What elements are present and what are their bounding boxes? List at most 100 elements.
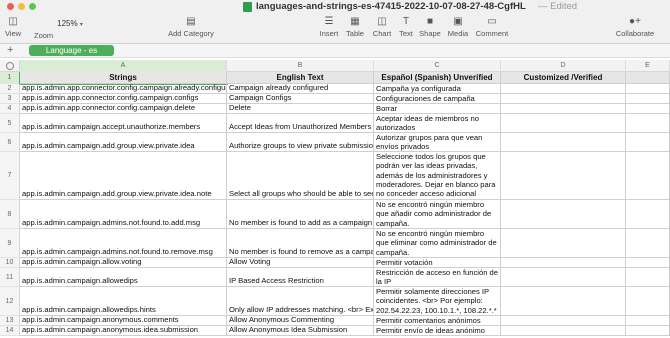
row-header[interactable]: 10 xyxy=(0,258,20,268)
chart-button[interactable]: ◫ Chart xyxy=(371,14,393,44)
table-cell-a[interactable]: app.is.admin.campaign.accept.unauthorize… xyxy=(20,114,227,133)
table-cell-b[interactable]: Authorize groups to view private submiss… xyxy=(227,133,374,152)
table-cell-e[interactable] xyxy=(626,268,670,287)
header-cell-d[interactable]: Customized /Verified xyxy=(501,72,626,84)
row-header[interactable]: 7 xyxy=(0,152,20,200)
table-cell-c[interactable]: No se encontró ningún miembro que elimin… xyxy=(374,229,501,258)
table-cell-b[interactable]: Only allow IP addresses matching. <br> E… xyxy=(227,287,374,316)
table-cell-b[interactable]: Delete xyxy=(227,104,374,114)
text-button[interactable]: T Text xyxy=(397,14,415,44)
row-header[interactable]: 4 xyxy=(0,104,20,114)
row-header[interactable]: 13 xyxy=(0,316,20,326)
table-cell-c[interactable]: Permitir solamente direcciones IP coinci… xyxy=(374,287,501,316)
row-header[interactable]: 2 xyxy=(0,84,20,94)
zoom-window-button[interactable] xyxy=(29,3,36,10)
row-header[interactable]: 3 xyxy=(0,94,20,104)
column-header-b[interactable]: B xyxy=(227,60,374,72)
table-cell-a[interactable]: app.is.admin.campaign.allow.voting xyxy=(20,258,227,268)
table-cell-b[interactable]: Accept Ideas from Unauthorized Members xyxy=(227,114,374,133)
table-cell-e[interactable] xyxy=(626,104,670,114)
table-cell-d[interactable] xyxy=(501,258,626,268)
table-cell-c[interactable]: Seleccione todos los grupos que podrán v… xyxy=(374,152,501,200)
table-cell-a[interactable]: app.is.admin.app.connector.config.campai… xyxy=(20,84,227,94)
table-cell-d[interactable] xyxy=(501,133,626,152)
header-cell-b[interactable]: English Text xyxy=(227,72,374,84)
table-cell-e[interactable] xyxy=(626,114,670,133)
table-cell-b[interactable]: Allow Voting xyxy=(227,258,374,268)
row-header-1[interactable]: 1 xyxy=(0,72,20,84)
table-cell-c[interactable]: Permitir votación xyxy=(374,258,501,268)
table-cell-c[interactable]: No se encontró ningún miembro que añadir… xyxy=(374,200,501,229)
row-header[interactable]: 8 xyxy=(0,200,20,229)
table-cell-e[interactable] xyxy=(626,200,670,229)
table-cell-b[interactable]: Select all groups who should be able to … xyxy=(227,152,374,200)
table-cell-c[interactable]: Restricción de acceso en función de la I… xyxy=(374,268,501,287)
table-cell-c[interactable]: Permitir envío de ideas anónimo xyxy=(374,326,501,336)
minimize-window-button[interactable] xyxy=(18,3,25,10)
table-cell-e[interactable] xyxy=(626,94,670,104)
table-cell-c[interactable]: Permitir comentarios anónimos xyxy=(374,316,501,326)
zoom-select[interactable]: 125% ▾ xyxy=(51,18,85,29)
table-cell-e[interactable] xyxy=(626,287,670,316)
table-cell-d[interactable] xyxy=(501,152,626,200)
table-cell-c[interactable]: Campaña ya configurada xyxy=(374,84,501,94)
table-cell-b[interactable]: No member is found to remove as a campai… xyxy=(227,229,374,258)
add-category-button[interactable]: ▤ Add Category xyxy=(166,14,216,44)
table-cell-a[interactable]: app.is.admin.campaign.add.group.view.pri… xyxy=(20,152,227,200)
table-cell-b[interactable]: Allow Anonymous Idea Submission xyxy=(227,326,374,336)
column-header-d[interactable]: D xyxy=(501,60,626,72)
column-header-a[interactable]: A xyxy=(20,60,227,72)
header-cell-e[interactable] xyxy=(626,72,670,84)
table-cell-b[interactable]: Campaign already configured xyxy=(227,84,374,94)
table-cell-e[interactable] xyxy=(626,152,670,200)
row-header[interactable]: 9 xyxy=(0,229,20,258)
table-cell-d[interactable] xyxy=(501,104,626,114)
table-cell-a[interactable]: app.is.admin.app.connector.config.campai… xyxy=(20,104,227,114)
table-cell-b[interactable]: Campaign Configs xyxy=(227,94,374,104)
table-cell-c[interactable]: Autorizar grupos para que vean envíos pr… xyxy=(374,133,501,152)
table-cell-d[interactable] xyxy=(501,229,626,258)
row-header[interactable]: 11 xyxy=(0,268,20,287)
document-title[interactable]: languages-and-strings-es-47415-2022-10-0… xyxy=(256,1,526,12)
row-header[interactable]: 5 xyxy=(0,114,20,133)
comment-button[interactable]: ▭ Comment xyxy=(475,14,509,44)
table-button[interactable]: ▦ Table xyxy=(344,14,366,44)
table-cell-b[interactable]: Allow Anonymous Commenting xyxy=(227,316,374,326)
table-cell-d[interactable] xyxy=(501,268,626,287)
zoom-control[interactable]: 125% ▾ Zoom xyxy=(24,14,83,44)
table-cell-e[interactable] xyxy=(626,316,670,326)
table-cell-b[interactable]: IP Based Access Restriction xyxy=(227,268,374,287)
media-button[interactable]: ▣ Media xyxy=(447,14,469,44)
table-cell-d[interactable] xyxy=(501,94,626,104)
sheet-tab-language-es[interactable]: Language - es xyxy=(29,45,114,56)
table-cell-e[interactable] xyxy=(626,133,670,152)
header-cell-c[interactable]: Español (Spanish) Unverified xyxy=(374,72,501,84)
table-cell-c[interactable]: Borrar xyxy=(374,104,501,114)
table-cell-a[interactable]: app.is.admin.campaign.admins.not.found.t… xyxy=(20,229,227,258)
table-cell-d[interactable] xyxy=(501,287,626,316)
table-cell-a[interactable]: app.is.admin.campaign.allowedips.hints xyxy=(20,287,227,316)
table-cell-d[interactable] xyxy=(501,316,626,326)
view-button[interactable]: ◫ View xyxy=(2,14,24,44)
table-cell-e[interactable] xyxy=(626,258,670,268)
table-cell-e[interactable] xyxy=(626,229,670,258)
table-cell-a[interactable]: app.is.admin.campaign.anonymous.idea.sub… xyxy=(20,326,227,336)
close-window-button[interactable] xyxy=(7,3,14,10)
table-cell-e[interactable] xyxy=(626,326,670,336)
shape-button[interactable]: ■ Shape xyxy=(419,14,441,44)
row-header[interactable]: 6 xyxy=(0,133,20,152)
select-all-corner[interactable] xyxy=(0,60,20,72)
collaborate-button[interactable]: ●+ Collaborate xyxy=(613,14,657,44)
add-sheet-button[interactable]: + xyxy=(7,44,13,57)
table-cell-a[interactable]: app.is.admin.app.connector.config.campai… xyxy=(20,94,227,104)
table-cell-d[interactable] xyxy=(501,200,626,229)
row-header[interactable]: 12 xyxy=(0,287,20,316)
column-header-c[interactable]: C xyxy=(374,60,501,72)
table-cell-c[interactable]: Aceptar ideas de miembros no autorizados xyxy=(374,114,501,133)
table-cell-a[interactable]: app.is.admin.campaign.add.group.view.pri… xyxy=(20,133,227,152)
table-cell-b[interactable]: No member is found to add as a campaign … xyxy=(227,200,374,229)
row-header[interactable]: 14 xyxy=(0,326,20,336)
table-cell-a[interactable]: app.is.admin.campaign.admins.not.found.t… xyxy=(20,200,227,229)
table-cell-d[interactable] xyxy=(501,84,626,94)
table-cell-d[interactable] xyxy=(501,114,626,133)
